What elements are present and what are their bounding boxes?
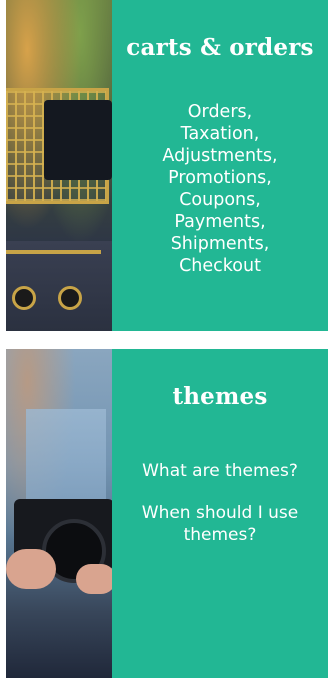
topic-list: Orders, Taxation, Adjustments, Promotion… [162,101,277,277]
card-title[interactable]: carts & orders [126,34,313,61]
card-themes[interactable]: themes What are themes? When should I us… [6,349,328,678]
question-link[interactable]: When should I use themes? [135,502,305,546]
topic-item[interactable]: Orders, [162,101,277,123]
topic-item[interactable]: Promotions, [162,167,277,189]
topic-item[interactable]: Coupons, [162,189,277,211]
topic-item[interactable]: Shipments, [162,233,277,255]
shopping-cart-photo [6,0,112,331]
question-link[interactable]: What are themes? [142,460,298,482]
card-carts-orders[interactable]: carts & orders Orders, Taxation, Adjustm… [6,0,328,331]
topic-item[interactable]: Payments, [162,211,277,233]
card-panel: themes What are themes? When should I us… [112,349,328,678]
card-panel: carts & orders Orders, Taxation, Adjustm… [112,0,328,331]
topic-item[interactable]: Taxation, [162,123,277,145]
card-title[interactable]: themes [172,383,267,410]
topic-item[interactable]: Adjustments, [162,145,277,167]
topic-item[interactable]: Checkout [162,255,277,277]
camera-photo [6,349,112,678]
